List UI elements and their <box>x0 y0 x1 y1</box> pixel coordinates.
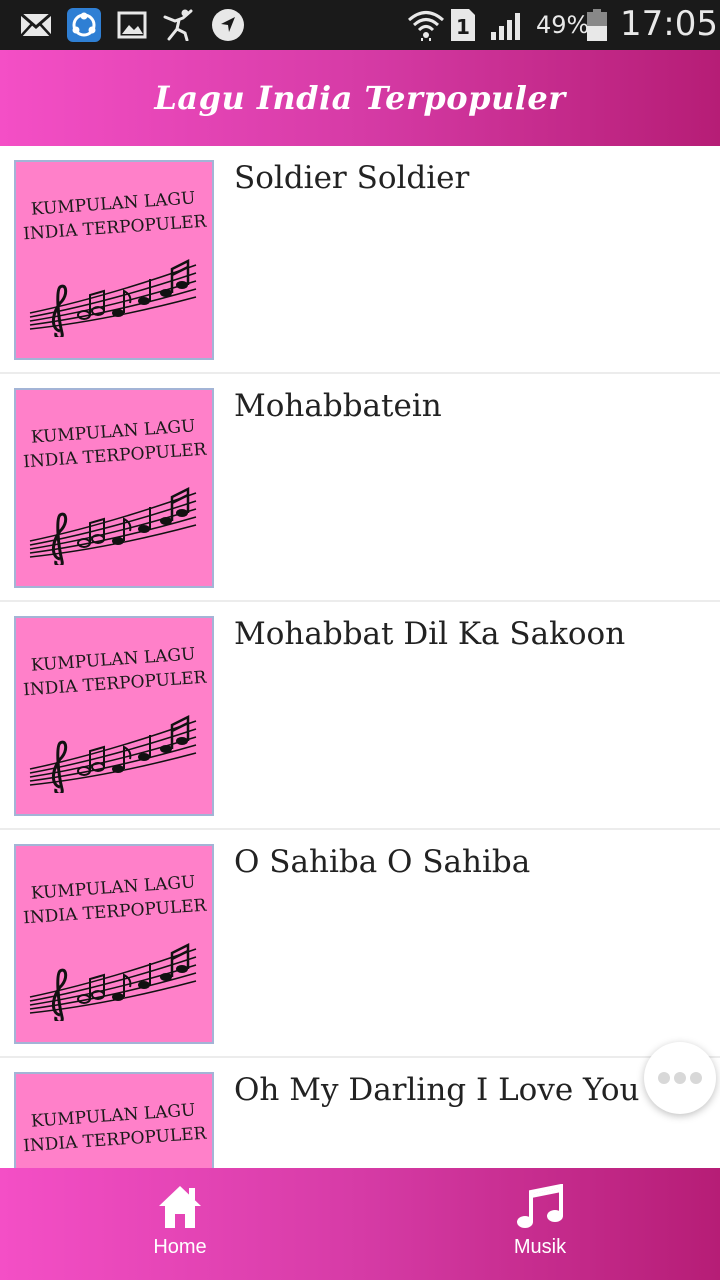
shareit-icon <box>66 8 102 42</box>
song-thumbnail: KUMPULAN LAGU INDIA TERPOPULER <box>14 388 214 588</box>
music-staff-icon <box>29 942 197 1021</box>
home-icon <box>157 1184 203 1234</box>
song-title: Mohabbat Dil Ka Sakoon <box>234 616 626 652</box>
nav-musik[interactable]: Musik <box>440 1168 640 1280</box>
song-list[interactable]: KUMPULAN LAGU INDIA TERPOPULER Soldier S… <box>0 146 720 1168</box>
status-bar: 1 49% 17:05 <box>0 0 720 50</box>
song-title: O Sahiba O Sahiba <box>234 844 531 880</box>
more-horizontal-icon <box>658 1072 702 1084</box>
wifi-icon <box>406 9 446 41</box>
song-title: Soldier Soldier <box>234 160 470 196</box>
bottom-nav: Home Musik <box>0 1168 720 1280</box>
mail-icon <box>18 9 54 41</box>
battery-icon <box>586 9 608 41</box>
music-staff-icon <box>29 486 197 565</box>
gallery-icon <box>116 9 148 41</box>
app-bar: Lagu India Terpopuler <box>0 50 720 146</box>
more-button[interactable] <box>644 1042 716 1114</box>
song-thumbnail: KUMPULAN LAGU INDIA TERPOPULER <box>14 160 214 360</box>
song-thumbnail: KUMPULAN LAGU INDIA TERPOPULER <box>14 616 214 816</box>
fitness-icon <box>160 9 198 41</box>
sim-icon: 1 <box>450 9 476 41</box>
signal-icon <box>490 9 526 41</box>
music-staff-icon <box>29 258 197 337</box>
clock: 17:05 <box>620 4 718 44</box>
song-row[interactable]: KUMPULAN LAGU INDIA TERPOPULER <box>0 602 720 830</box>
song-row[interactable]: KUMPULAN LAGU INDIA TERPOPULER <box>0 374 720 602</box>
svg-text:1: 1 <box>456 15 470 39</box>
nav-home[interactable]: Home <box>80 1168 280 1280</box>
song-title: Oh My Darling I Love You <box>234 1072 640 1108</box>
song-row[interactable]: KUMPULAN LAGU INDIA TERPOPULER Oh My Dar… <box>0 1058 720 1168</box>
music-note-icon <box>517 1183 563 1236</box>
nav-musik-label: Musik <box>513 1236 567 1258</box>
nav-home-label: Home <box>153 1236 207 1258</box>
music-staff-icon <box>29 714 197 793</box>
song-thumbnail: KUMPULAN LAGU INDIA TERPOPULER <box>14 844 214 1044</box>
app-title: Lagu India Terpopuler <box>154 79 566 117</box>
battery-percent: 49% <box>536 11 590 39</box>
navigation-icon <box>210 9 246 41</box>
song-thumbnail: KUMPULAN LAGU INDIA TERPOPULER <box>14 1072 214 1168</box>
song-row[interactable]: KUMPULAN LAGU INDIA TERPOPULER <box>0 146 720 374</box>
song-title: Mohabbatein <box>234 388 442 424</box>
song-row[interactable]: KUMPULAN LAGU INDIA TERPOPULER <box>0 830 720 1058</box>
